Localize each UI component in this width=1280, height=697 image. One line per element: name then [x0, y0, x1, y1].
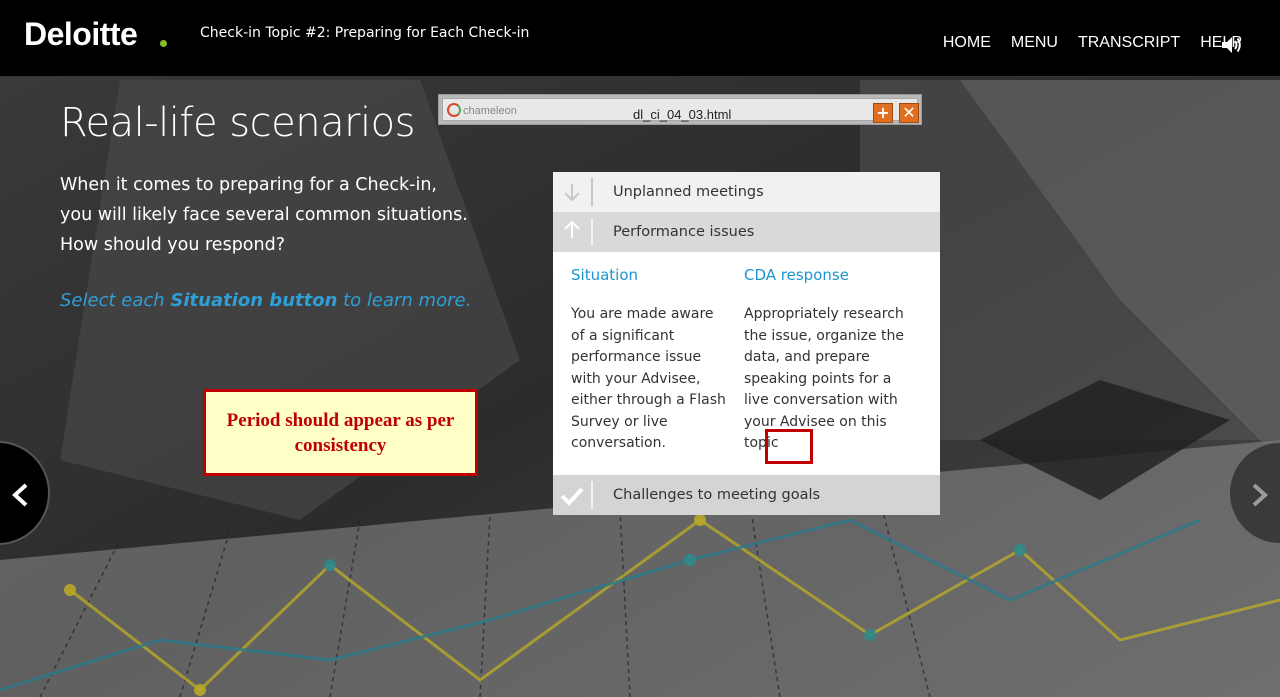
course-title: Check-in Topic #2: Preparing for Each Ch…	[200, 25, 530, 41]
speaker-icon[interactable]	[1221, 36, 1243, 54]
nav-transcript[interactable]: TRANSCRIPT	[1078, 34, 1180, 52]
review-filename: dl_ci_04_03.html	[633, 107, 732, 122]
accordion-item-unplanned-meetings[interactable]: Unplanned meetings	[553, 172, 940, 212]
intro-text: When it comes to preparing for a Check-i…	[60, 175, 468, 255]
accordion-label: Unplanned meetings	[613, 184, 764, 200]
response-header: CDA response	[744, 266, 849, 284]
situation-header: Situation	[571, 266, 639, 284]
main-nav: HOME MENU TRANSCRIPT HELP	[923, 34, 1242, 52]
scenario-accordion: Unplanned meetings Performance issues Si…	[553, 172, 940, 515]
arrow-up-icon	[564, 220, 580, 238]
accordion-label: Challenges to meeting goals	[613, 487, 821, 503]
page-title: Real-life scenarios	[60, 100, 415, 146]
chameleon-logo: chameleon	[463, 105, 517, 117]
accordion-label: Performance issues	[613, 224, 755, 240]
chameleon-logo-icon	[447, 103, 461, 117]
nav-home[interactable]: HOME	[943, 34, 991, 52]
chevron-right-icon	[1252, 483, 1268, 507]
situation-text: You are made aware of a significant perf…	[571, 306, 726, 451]
arrow-down-icon	[564, 184, 580, 202]
accordion-separator	[591, 481, 593, 509]
accordion-separator	[591, 178, 593, 206]
close-review-button[interactable]: ✕	[899, 103, 919, 123]
add-comment-button[interactable]: +	[873, 103, 893, 123]
deloitte-logo: Deloitte	[24, 16, 138, 52]
accordion-item-challenges[interactable]: Challenges to meeting goals	[553, 475, 940, 515]
accordion-item-performance-issues[interactable]: Performance issues	[553, 212, 940, 252]
review-comment-callout: Period should appear as per consistency	[203, 389, 478, 476]
logo-dot	[160, 40, 167, 47]
checkmark-icon	[560, 487, 584, 506]
missing-period-marker	[765, 429, 813, 464]
chevron-left-icon	[12, 483, 28, 507]
accordion-separator	[591, 218, 593, 246]
top-bar: Deloitte Check-in Topic #2: Preparing fo…	[0, 0, 1280, 77]
review-tool-bar: chameleon dl_ci_04_03.html + ✕	[438, 94, 922, 125]
review-tool-inner: chameleon dl_ci_04_03.html + ✕	[442, 98, 919, 123]
nav-menu[interactable]: MENU	[1011, 34, 1058, 52]
instruction-text: Select each Situation button to learn mo…	[60, 290, 472, 311]
